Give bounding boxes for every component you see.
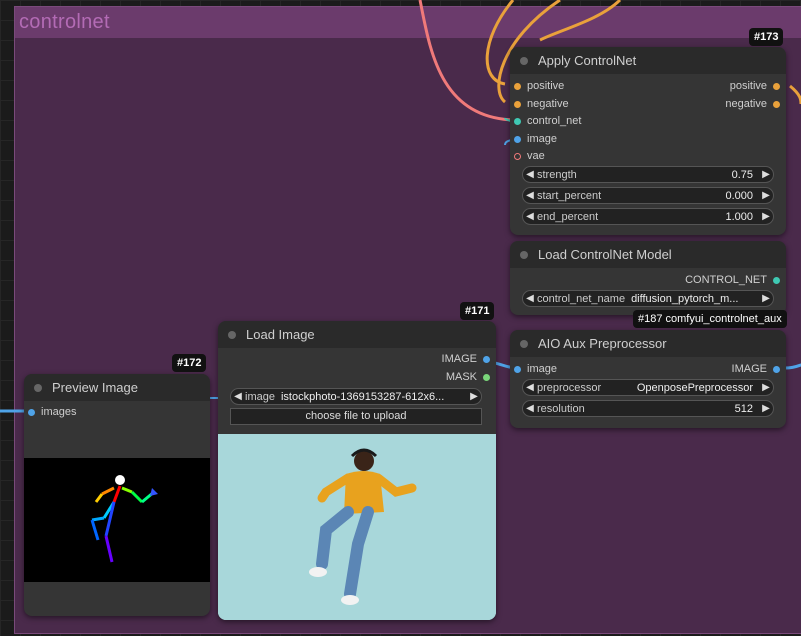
start-percent-widget[interactable]: ◀ start_percent 0.000 ▶ (522, 187, 774, 204)
resolution-widget[interactable]: ◀ resolution 512 ▶ (522, 400, 774, 417)
decrement-arrow-icon[interactable]: ◀ (523, 169, 537, 180)
output-mask[interactable]: MASK (446, 370, 490, 384)
increment-arrow-icon[interactable]: ▶ (759, 293, 773, 304)
image-select-widget[interactable]: ◀ image istockphoto-1369153287-612x6... … (230, 388, 482, 405)
openpose-skeleton-image (90, 475, 158, 563)
output-positive[interactable]: positive (730, 79, 780, 93)
slot-dot-icon[interactable] (514, 82, 521, 90)
decrement-arrow-icon[interactable]: ◀ (523, 211, 537, 222)
slot-dot-icon[interactable] (483, 355, 490, 363)
node-tooltip: #187 comfyui_controlnet_aux (633, 310, 787, 328)
collapse-dot-icon[interactable] (520, 250, 528, 259)
apply-controlnet-node[interactable]: Apply ControlNet positive negative contr… (510, 47, 786, 235)
increment-arrow-icon[interactable]: ▶ (759, 169, 773, 180)
input-image[interactable]: image (514, 362, 557, 376)
decrement-arrow-icon[interactable]: ◀ (523, 190, 537, 201)
node-title-bar[interactable]: Preview Image (24, 374, 210, 401)
input-control-net[interactable]: control_net (514, 114, 581, 128)
collapse-dot-icon[interactable] (228, 330, 236, 339)
slot-dot-icon[interactable] (483, 373, 490, 381)
pose-preview-image (24, 458, 210, 582)
node-title: AIO Aux Preprocessor (538, 336, 667, 351)
node-title: Load ControlNet Model (538, 247, 672, 262)
input-negative[interactable]: negative (514, 97, 569, 111)
slot-dot-icon[interactable] (514, 100, 521, 108)
increment-arrow-icon[interactable]: ▶ (759, 403, 773, 414)
load-image-node[interactable]: Load Image IMAGE MASK ◀ image istockphot… (218, 321, 496, 620)
control-net-name-widget[interactable]: ◀ control_net_name diffusion_pytorch_m..… (522, 290, 774, 307)
dancing-person-image (218, 434, 496, 620)
decrement-arrow-icon[interactable]: ◀ (523, 382, 537, 393)
decrement-arrow-icon[interactable]: ◀ (523, 403, 537, 414)
load-controlnet-node[interactable]: Load ControlNet Model CONTROL_NET ◀ cont… (510, 241, 786, 315)
increment-arrow-icon[interactable]: ▶ (759, 190, 773, 201)
node-title-bar[interactable]: AIO Aux Preprocessor (510, 330, 786, 357)
increment-arrow-icon[interactable]: ▶ (759, 382, 773, 393)
strength-widget[interactable]: ◀ strength 0.75 ▶ (522, 166, 774, 183)
increment-arrow-icon[interactable]: ▶ (467, 391, 481, 402)
node-title: Load Image (246, 327, 315, 342)
output-image[interactable]: IMAGE (732, 362, 780, 376)
input-vae[interactable]: vae (514, 149, 545, 163)
uploaded-image-preview (218, 434, 496, 620)
node-title-bar[interactable]: Apply ControlNet (510, 47, 786, 74)
aio-aux-preprocessor-node[interactable]: AIO Aux Preprocessor image IMAGE ◀ prepr… (510, 330, 786, 428)
slot-dot-icon[interactable] (514, 365, 521, 373)
choose-file-button[interactable]: choose file to upload (230, 408, 482, 425)
node-id-badge: #171 (460, 302, 495, 320)
node-id-badge: #173 (749, 28, 784, 46)
node-title-bar[interactable]: Load Image (218, 321, 496, 348)
node-title-bar[interactable]: Load ControlNet Model (510, 241, 786, 268)
input-positive[interactable]: positive (514, 79, 564, 93)
slot-dot-icon[interactable] (514, 117, 521, 125)
slot-dot-icon[interactable] (773, 276, 780, 284)
preprocessor-widget[interactable]: ◀ preprocessor OpenposePreprocessor ▶ (522, 379, 774, 396)
output-negative[interactable]: negative (725, 97, 780, 111)
increment-arrow-icon[interactable]: ▶ (759, 211, 773, 222)
slot-dot-icon[interactable] (773, 82, 780, 90)
node-title: Preview Image (52, 380, 138, 395)
input-image[interactable]: image (514, 132, 557, 146)
preview-image-node[interactable]: Preview Image images (24, 374, 210, 616)
output-image[interactable]: IMAGE (442, 352, 490, 366)
slot-dot-icon[interactable] (773, 365, 780, 373)
node-title: Apply ControlNet (538, 53, 637, 68)
slot-dot-icon[interactable] (514, 135, 521, 143)
collapse-dot-icon[interactable] (34, 383, 42, 392)
collapse-dot-icon[interactable] (520, 56, 528, 65)
collapse-dot-icon[interactable] (520, 339, 528, 348)
input-images[interactable]: images (28, 405, 76, 419)
slot-dot-icon[interactable] (773, 100, 780, 108)
node-id-badge: #172 (172, 354, 207, 372)
slot-ring-icon[interactable] (514, 152, 521, 160)
decrement-arrow-icon[interactable]: ◀ (231, 391, 245, 402)
slot-dot-icon[interactable] (28, 408, 35, 416)
output-control-net[interactable]: CONTROL_NET (685, 273, 780, 287)
end-percent-widget[interactable]: ◀ end_percent 1.000 ▶ (522, 208, 774, 225)
decrement-arrow-icon[interactable]: ◀ (523, 293, 537, 304)
